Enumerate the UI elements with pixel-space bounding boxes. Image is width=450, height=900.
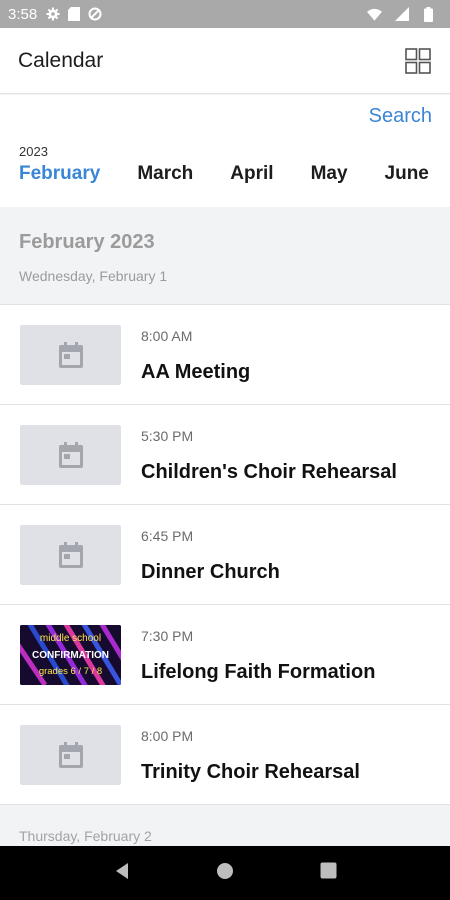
cell-signal-icon — [394, 7, 409, 22]
event-time: 8:00 AM — [141, 328, 193, 344]
month-title: February 2023 — [19, 231, 155, 253]
calendar-icon — [58, 542, 83, 568]
thumb-text-line1: middle school — [40, 633, 101, 644]
month-section-header: February 2023 Wednesday, February 1 — [0, 207, 450, 305]
calendar-icon — [58, 442, 83, 468]
month-tab-february[interactable]: February — [19, 163, 100, 185]
event-thumbnail — [20, 725, 121, 785]
home-icon[interactable] — [216, 862, 234, 885]
confirmation-graphic: middle school CONFIRMATION grades 6 / 7 … — [20, 625, 121, 685]
event-row-lifelong-faith[interactable]: middle school CONFIRMATION grades 6 / 7 … — [0, 605, 450, 705]
event-name: Dinner Church — [141, 561, 280, 583]
day-label: Wednesday, February 1 — [19, 268, 168, 284]
month-selector: Search 2023 February March April May Jun… — [0, 95, 450, 207]
month-tabs: February March April May June — [19, 163, 450, 185]
event-thumbnail-image: middle school CONFIRMATION grades 6 / 7 … — [20, 625, 121, 685]
event-thumbnail — [20, 325, 121, 385]
month-tab-may[interactable]: May — [311, 163, 348, 185]
event-name: Children's Choir Rehearsal — [141, 461, 397, 483]
event-time: 5:30 PM — [141, 428, 194, 444]
thumb-text-line3: grades 6 / 7 / 8 — [39, 666, 102, 677]
data-saver-icon — [87, 7, 102, 22]
grid-view-icon[interactable] — [404, 47, 432, 75]
event-name: Trinity Choir Rehearsal — [141, 761, 360, 783]
event-list: 8:00 AM AA Meeting 5:30 PM Children's Ch… — [0, 305, 450, 805]
battery-icon — [421, 6, 436, 22]
event-time: 7:30 PM — [141, 628, 194, 644]
recents-icon[interactable] — [320, 862, 337, 884]
calendar-icon — [58, 342, 83, 368]
page-title: Calendar — [18, 48, 104, 72]
month-tab-june[interactable]: June — [385, 163, 429, 185]
day-label-next: Thursday, February 2 — [19, 828, 152, 844]
event-thumbnail — [20, 425, 121, 485]
event-time: 8:00 PM — [141, 728, 194, 744]
sd-card-icon — [66, 7, 81, 22]
settings-gear-icon — [45, 7, 60, 22]
event-row-childrens-choir[interactable]: 5:30 PM Children's Choir Rehearsal — [0, 405, 450, 505]
event-time: 6:45 PM — [141, 528, 194, 544]
app-bar: Calendar — [0, 28, 450, 94]
system-nav-bar — [0, 846, 450, 900]
back-icon[interactable] — [113, 862, 131, 885]
event-thumbnail — [20, 525, 121, 585]
event-row-aa-meeting[interactable]: 8:00 AM AA Meeting — [0, 305, 450, 405]
calendar-icon — [58, 742, 83, 768]
event-row-trinity-choir[interactable]: 8:00 PM Trinity Choir Rehearsal — [0, 705, 450, 805]
month-tab-march[interactable]: March — [137, 163, 193, 185]
thumb-text-line2: CONFIRMATION — [32, 650, 109, 661]
event-name: Lifelong Faith Formation — [141, 661, 376, 683]
wifi-icon — [367, 7, 382, 22]
event-row-dinner-church[interactable]: 6:45 PM Dinner Church — [0, 505, 450, 605]
status-right — [367, 6, 442, 22]
month-tab-april[interactable]: April — [230, 163, 273, 185]
event-name: AA Meeting — [141, 361, 251, 383]
status-time: 3:58 — [8, 5, 38, 23]
search-button[interactable]: Search — [369, 105, 432, 128]
status-bar: 3:58 — [0, 0, 450, 28]
year-label: 2023 — [19, 144, 48, 159]
